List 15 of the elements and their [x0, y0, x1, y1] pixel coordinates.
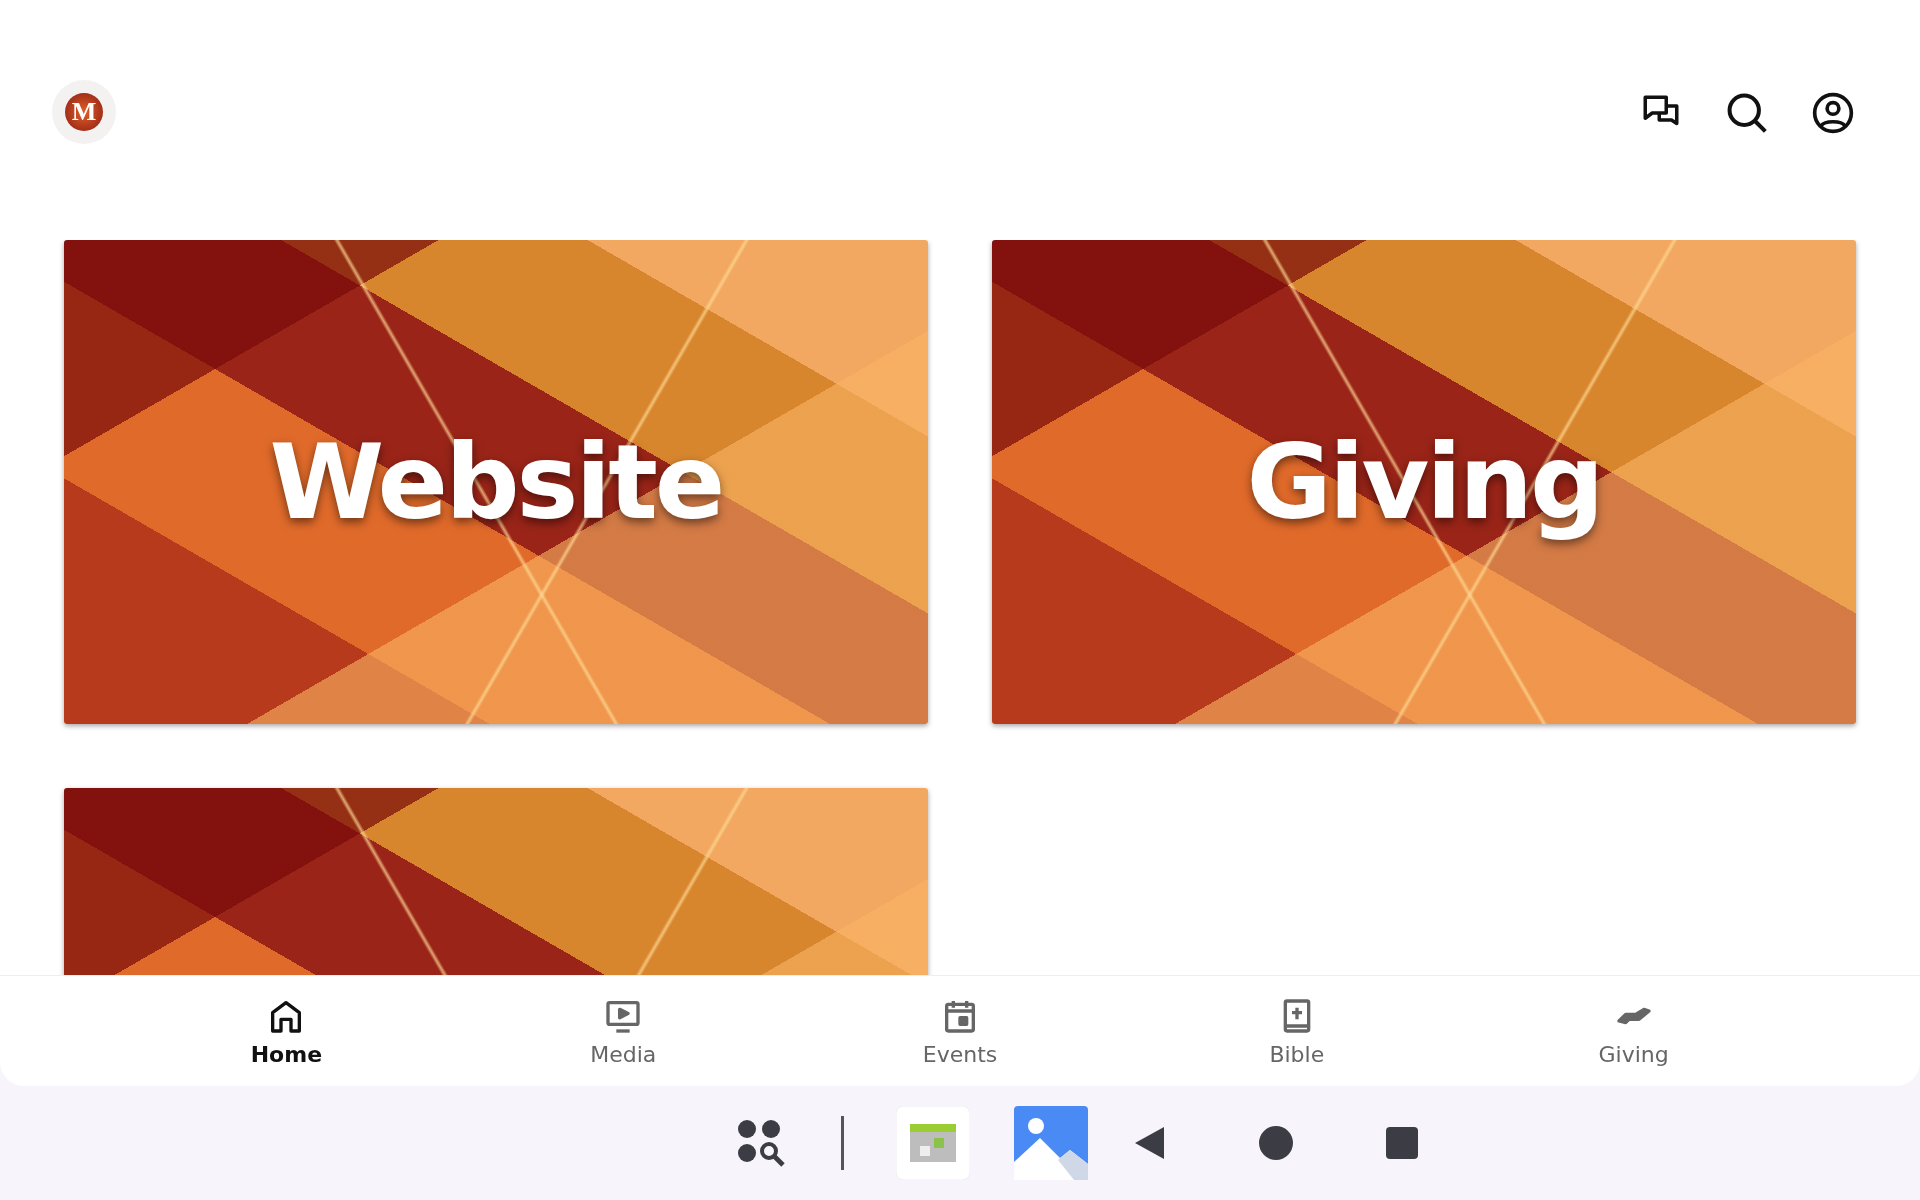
tile-title: Giving	[1246, 421, 1602, 543]
account-icon[interactable]	[1810, 90, 1856, 136]
tile-card[interactable]: Website	[64, 240, 928, 724]
nav-tab[interactable]: Home	[118, 976, 455, 1086]
gallery-app-icon[interactable]	[1013, 1106, 1088, 1180]
home-button-icon[interactable]	[1257, 1125, 1294, 1161]
tile-card[interactable]: Giving	[992, 240, 1856, 724]
tile-title: Website	[269, 421, 723, 543]
logo-letter: M	[65, 93, 103, 131]
nav-tab[interactable]: Bible	[1128, 976, 1466, 1086]
church-logo[interactable]: M	[52, 80, 116, 144]
recent-apps-icon[interactable]	[1385, 1127, 1418, 1159]
nav-tab[interactable]: Giving	[1465, 976, 1802, 1086]
nav-tab[interactable]: Events	[791, 976, 1129, 1086]
nav-tab[interactable]: Media	[454, 976, 792, 1086]
